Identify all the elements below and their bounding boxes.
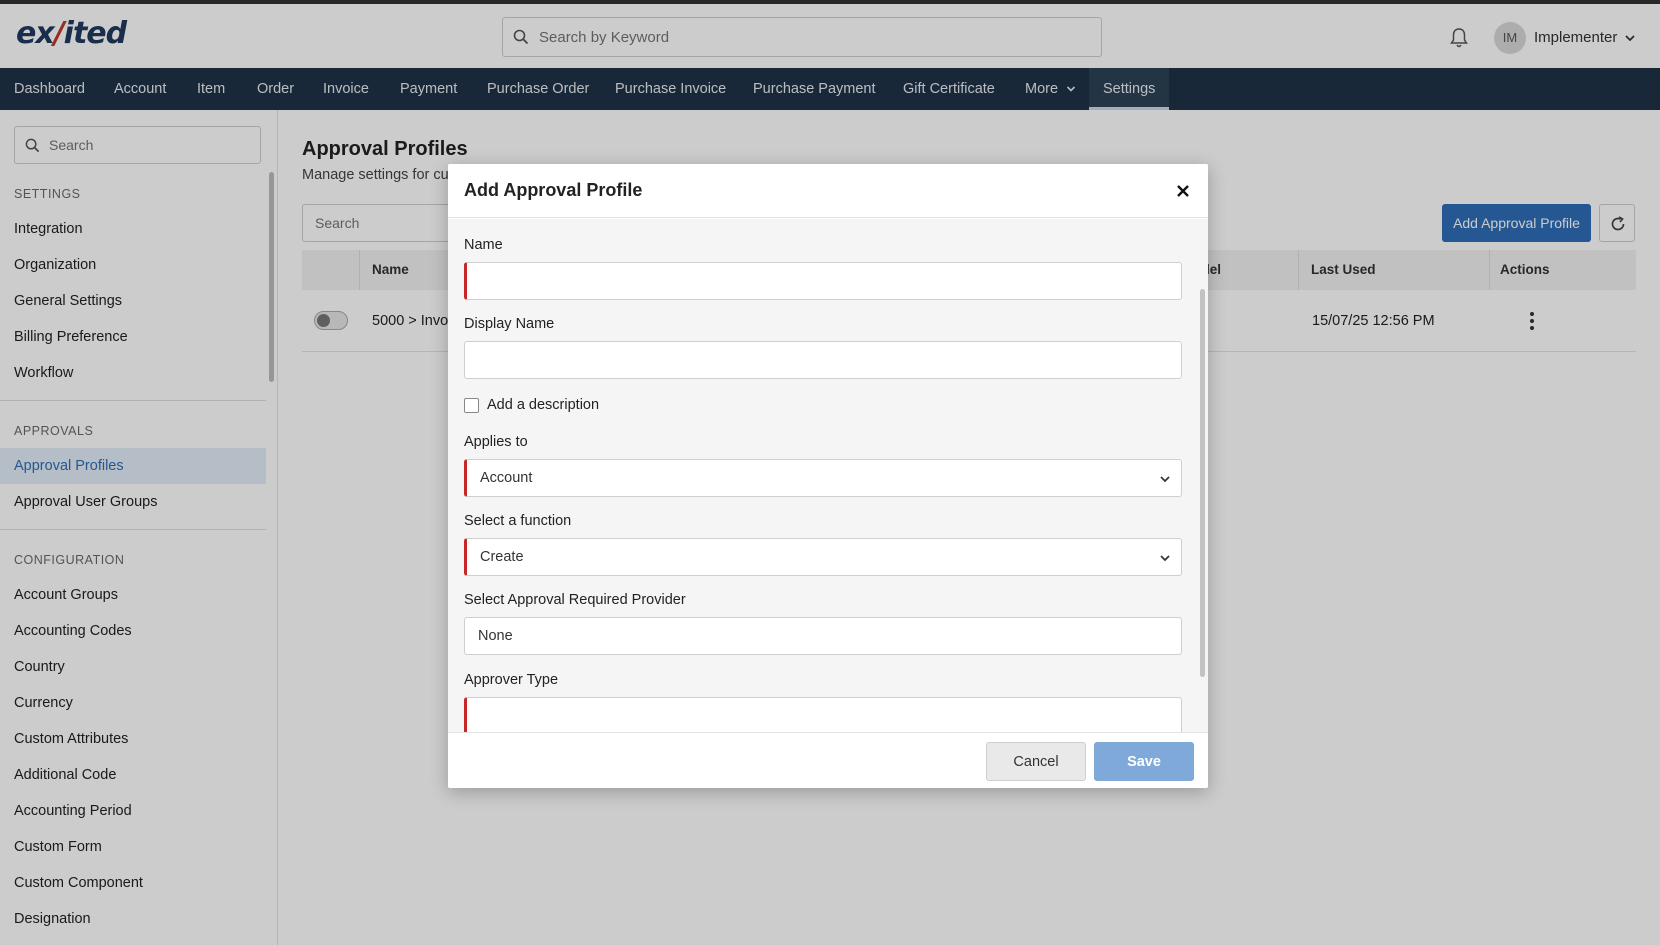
dialog-title: Add Approval Profile (464, 180, 643, 200)
provider-label: Select Approval Required Provider (464, 592, 686, 608)
name-label: Name (464, 237, 503, 253)
chevron-down-icon (1160, 476, 1170, 483)
applies-to-label: Applies to (464, 434, 528, 450)
applies-to-value: Account (480, 470, 533, 486)
dialog-scrollbar[interactable] (1200, 289, 1205, 677)
display-name-label: Display Name (464, 316, 555, 332)
save-button[interactable]: Save (1094, 742, 1194, 781)
applies-to-select[interactable]: Account (464, 459, 1182, 497)
add-description-label[interactable]: Add a description (487, 397, 599, 413)
display-name-field[interactable] (464, 341, 1182, 379)
function-select[interactable]: Create (464, 538, 1182, 576)
add-approval-profile-dialog: Add Approval Profile Name Display Name A… (448, 164, 1208, 788)
chevron-down-icon (1160, 555, 1170, 562)
dialog-footer: Cancel Save (448, 732, 1208, 788)
name-field[interactable] (464, 262, 1182, 300)
cancel-button[interactable]: Cancel (986, 742, 1086, 781)
function-value: Create (480, 549, 524, 565)
provider-select[interactable]: None (464, 617, 1182, 655)
dialog-body: Name Display Name Add a description Appl… (448, 219, 1208, 732)
dialog-header: Add Approval Profile (448, 164, 1208, 218)
close-icon[interactable] (1174, 182, 1192, 200)
add-description-checkbox[interactable] (464, 398, 479, 413)
function-label: Select a function (464, 513, 572, 529)
approver-type-label: Approver Type (464, 672, 559, 688)
approver-type-select[interactable] (464, 697, 1182, 732)
